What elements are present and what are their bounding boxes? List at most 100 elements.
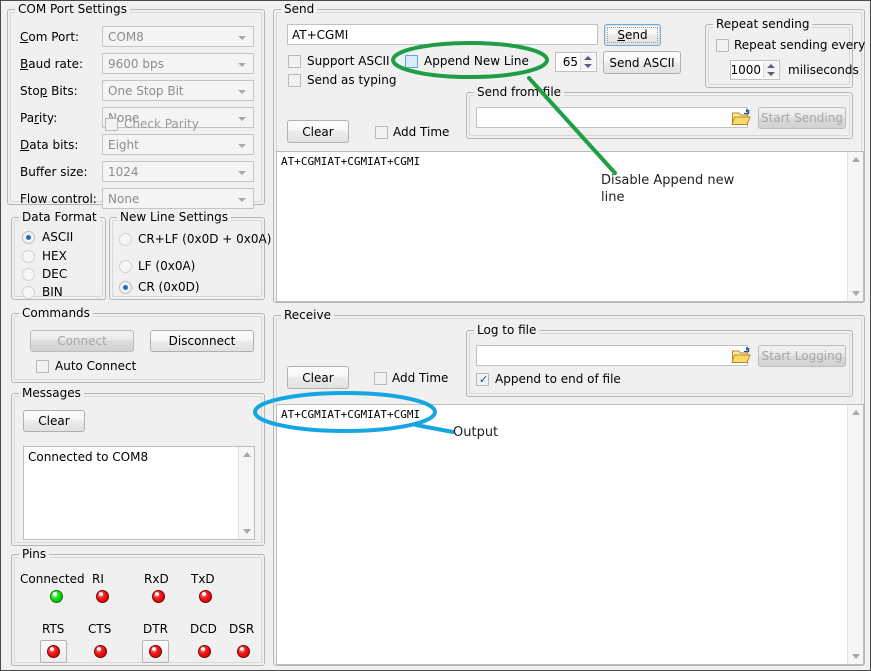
flow-control-select[interactable]: None bbox=[102, 188, 254, 209]
send-log-text: AT+CGMIAT+CGMIAT+CGMI bbox=[281, 155, 843, 169]
chevron-down-icon bbox=[238, 144, 246, 148]
pin-led-dsr bbox=[237, 645, 250, 658]
pins-group: Pins Connected RI RxD TxD RTS CTS DTR DC… bbox=[11, 554, 265, 666]
pin-label-rts: RTS bbox=[42, 622, 64, 636]
data-format-radio-hex[interactable] bbox=[22, 250, 35, 263]
spinner-up-icon[interactable] bbox=[584, 56, 592, 60]
spinner-buttons[interactable] bbox=[763, 62, 778, 78]
chevron-down-icon bbox=[238, 171, 246, 175]
send-group: Send AT+CGMI Send Support ASCII Append N… bbox=[273, 9, 865, 303]
stop-bits-select[interactable]: One Stop Bit bbox=[102, 80, 254, 101]
pin-label-dsr: DSR bbox=[229, 622, 254, 636]
support-ascii-label: Support ASCII bbox=[307, 54, 390, 68]
data-format-radio-ascii[interactable] bbox=[22, 231, 35, 244]
parity-label: Parity: bbox=[20, 111, 57, 125]
chevron-down-icon bbox=[238, 90, 246, 94]
repeat-sending-label: Repeat sending every bbox=[734, 38, 865, 52]
stop-bits-value: One Stop Bit bbox=[108, 84, 184, 98]
send-from-file-group: Send from file Start Sending bbox=[466, 92, 853, 139]
append-new-line-checkbox[interactable] bbox=[405, 55, 418, 68]
repeat-interval-spinner[interactable]: 1000 bbox=[730, 60, 780, 80]
chevron-down-icon bbox=[238, 198, 246, 202]
messages-scrollbar[interactable] bbox=[238, 447, 254, 539]
receive-clear-button[interactable]: Clear bbox=[287, 366, 349, 389]
chevron-down-icon bbox=[238, 117, 246, 121]
com-port-select[interactable]: COM8 bbox=[102, 26, 254, 47]
append-to-end-label: Append to end of file bbox=[495, 372, 621, 386]
annotation-text-append-new-line: Disable Append new line bbox=[601, 172, 761, 206]
scroll-down-icon[interactable] bbox=[852, 291, 860, 296]
ascii-code-value: 65 bbox=[563, 55, 578, 69]
receive-title: Receive bbox=[281, 309, 334, 321]
spinner-down-icon[interactable] bbox=[767, 72, 775, 76]
repeat-sending-checkbox[interactable] bbox=[716, 39, 729, 52]
scroll-down-icon[interactable] bbox=[852, 654, 860, 659]
com-port-label: Com Port: bbox=[20, 30, 79, 44]
scroll-up-icon[interactable] bbox=[243, 452, 251, 457]
send-file-path-input[interactable] bbox=[476, 107, 748, 128]
check-parity-label: Check Parity bbox=[124, 117, 199, 131]
log-file-path-input[interactable] bbox=[476, 345, 748, 366]
send-from-file-title: Send from file bbox=[474, 86, 564, 98]
new-line-settings-title: New Line Settings bbox=[117, 211, 231, 223]
pin-label-connected: Connected bbox=[20, 572, 85, 586]
new-line-radio-crlf[interactable] bbox=[119, 233, 132, 246]
repeat-interval-value: 1000 bbox=[730, 63, 761, 77]
data-format-label-bin: BIN bbox=[42, 285, 63, 299]
send-as-typing-label: Send as typing bbox=[307, 73, 396, 87]
data-format-radio-dec[interactable] bbox=[22, 268, 35, 281]
receive-log-scrollbar[interactable] bbox=[847, 405, 863, 664]
start-logging-button[interactable]: Start Logging bbox=[758, 345, 846, 367]
pin-led-rts bbox=[47, 645, 60, 658]
receive-log[interactable]: AT+CGMIAT+CGMIAT+CGMI bbox=[276, 404, 864, 665]
start-sending-button[interactable]: Start Sending bbox=[758, 107, 846, 129]
scroll-up-icon[interactable] bbox=[852, 157, 860, 162]
pin-label-dcd: DCD bbox=[190, 622, 217, 636]
baud-rate-select[interactable]: 9600 bps bbox=[102, 53, 254, 74]
send-button[interactable]: Send bbox=[604, 24, 661, 46]
new-line-label-crlf: CR+LF (0x0D + 0x0A) bbox=[138, 232, 271, 246]
buffer-size-select[interactable]: 1024 bbox=[102, 161, 254, 182]
scroll-down-icon[interactable] bbox=[243, 529, 251, 534]
stop-bits-label: Stop Bits: bbox=[20, 84, 78, 98]
data-format-title: Data Format bbox=[19, 211, 100, 223]
open-folder-icon[interactable] bbox=[731, 108, 752, 127]
data-bits-select[interactable]: Eight bbox=[102, 134, 254, 155]
pin-led-cts bbox=[94, 645, 107, 658]
append-to-end-checkbox[interactable]: ✓ bbox=[476, 373, 489, 386]
disconnect-button[interactable]: Disconnect bbox=[150, 330, 254, 352]
send-as-typing-checkbox[interactable] bbox=[288, 74, 301, 87]
receive-log-text: AT+CGMIAT+CGMIAT+CGMI bbox=[281, 408, 843, 422]
new-line-label-cr: CR (0x0D) bbox=[138, 280, 200, 294]
data-format-radio-bin[interactable] bbox=[22, 286, 35, 299]
messages-title: Messages bbox=[19, 387, 84, 399]
support-ascii-checkbox[interactable] bbox=[288, 55, 301, 68]
send-input[interactable]: AT+CGMI bbox=[287, 24, 598, 45]
send-log-scrollbar[interactable] bbox=[847, 152, 863, 301]
messages-clear-button[interactable]: Clear bbox=[23, 410, 85, 432]
messages-log[interactable]: Connected to COM8 bbox=[23, 446, 255, 540]
scroll-up-icon[interactable] bbox=[852, 410, 860, 415]
new-line-radio-lf[interactable] bbox=[119, 260, 132, 273]
data-format-label-ascii: ASCII bbox=[42, 230, 73, 244]
send-clear-button[interactable]: Clear bbox=[287, 120, 349, 143]
spinner-down-icon[interactable] bbox=[584, 64, 592, 68]
auto-connect-checkbox[interactable] bbox=[36, 360, 49, 373]
new-line-radio-cr[interactable] bbox=[119, 281, 132, 294]
spinner-buttons[interactable] bbox=[580, 54, 595, 70]
check-parity-checkbox[interactable] bbox=[105, 118, 118, 131]
com-port-settings-title: COM Port Settings bbox=[15, 3, 130, 15]
ascii-code-spinner[interactable]: 65 bbox=[555, 52, 597, 72]
send-log[interactable]: AT+CGMIAT+CGMIAT+CGMI bbox=[276, 151, 864, 302]
receive-add-time-checkbox[interactable] bbox=[374, 372, 387, 385]
log-to-file-title: Log to file bbox=[474, 324, 539, 336]
send-add-time-checkbox[interactable] bbox=[375, 126, 388, 139]
data-format-label-dec: DEC bbox=[42, 267, 67, 281]
data-bits-label: Data bits: bbox=[20, 138, 78, 152]
open-folder-icon[interactable] bbox=[731, 346, 752, 365]
send-input-value: AT+CGMI bbox=[292, 28, 348, 42]
chevron-down-icon bbox=[238, 63, 246, 67]
send-ascii-button[interactable]: Send ASCII bbox=[603, 51, 681, 74]
spinner-up-icon[interactable] bbox=[767, 64, 775, 68]
connect-button[interactable]: Connect bbox=[30, 330, 134, 352]
